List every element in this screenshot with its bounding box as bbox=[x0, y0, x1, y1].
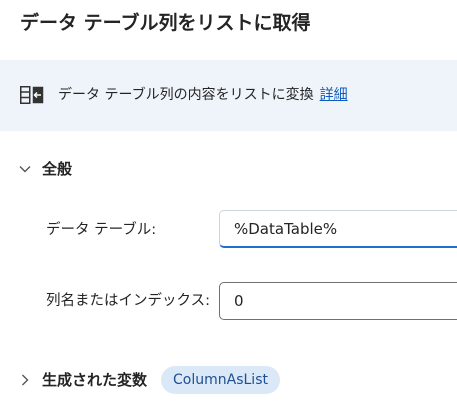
data-table-label: データ テーブル: bbox=[46, 222, 157, 238]
dialog-title: データ テーブル列をリストに取得 bbox=[20, 12, 311, 34]
details-link[interactable]: 詳細 bbox=[320, 87, 348, 103]
variables-section-label: 生成された変数 bbox=[42, 371, 148, 389]
banner-description: データ テーブル列の内容をリストに変換 bbox=[58, 87, 314, 103]
column-label: 列名またはインデックス: bbox=[46, 293, 210, 309]
get-column-dialog: データ テーブル列をリストに取得 データ テーブル列の内容をリストに変換 詳細 全… bbox=[0, 0, 457, 407]
variable-badge[interactable]: ColumnAsList bbox=[161, 366, 280, 394]
variables-section-toggle[interactable]: 生成された変数 ColumnAsList bbox=[18, 366, 280, 394]
data-table-input[interactable]: %DataTable% bbox=[219, 210, 457, 248]
general-section-toggle[interactable]: 全般 bbox=[18, 155, 72, 183]
banner-text: データ テーブル列の内容をリストに変換 詳細 bbox=[58, 83, 348, 107]
general-section-label: 全般 bbox=[42, 160, 73, 178]
chevron-down-icon bbox=[19, 166, 31, 173]
table-to-list-icon bbox=[20, 86, 44, 104]
chevron-right-icon bbox=[22, 374, 29, 386]
column-input[interactable]: 0 bbox=[219, 282, 457, 320]
